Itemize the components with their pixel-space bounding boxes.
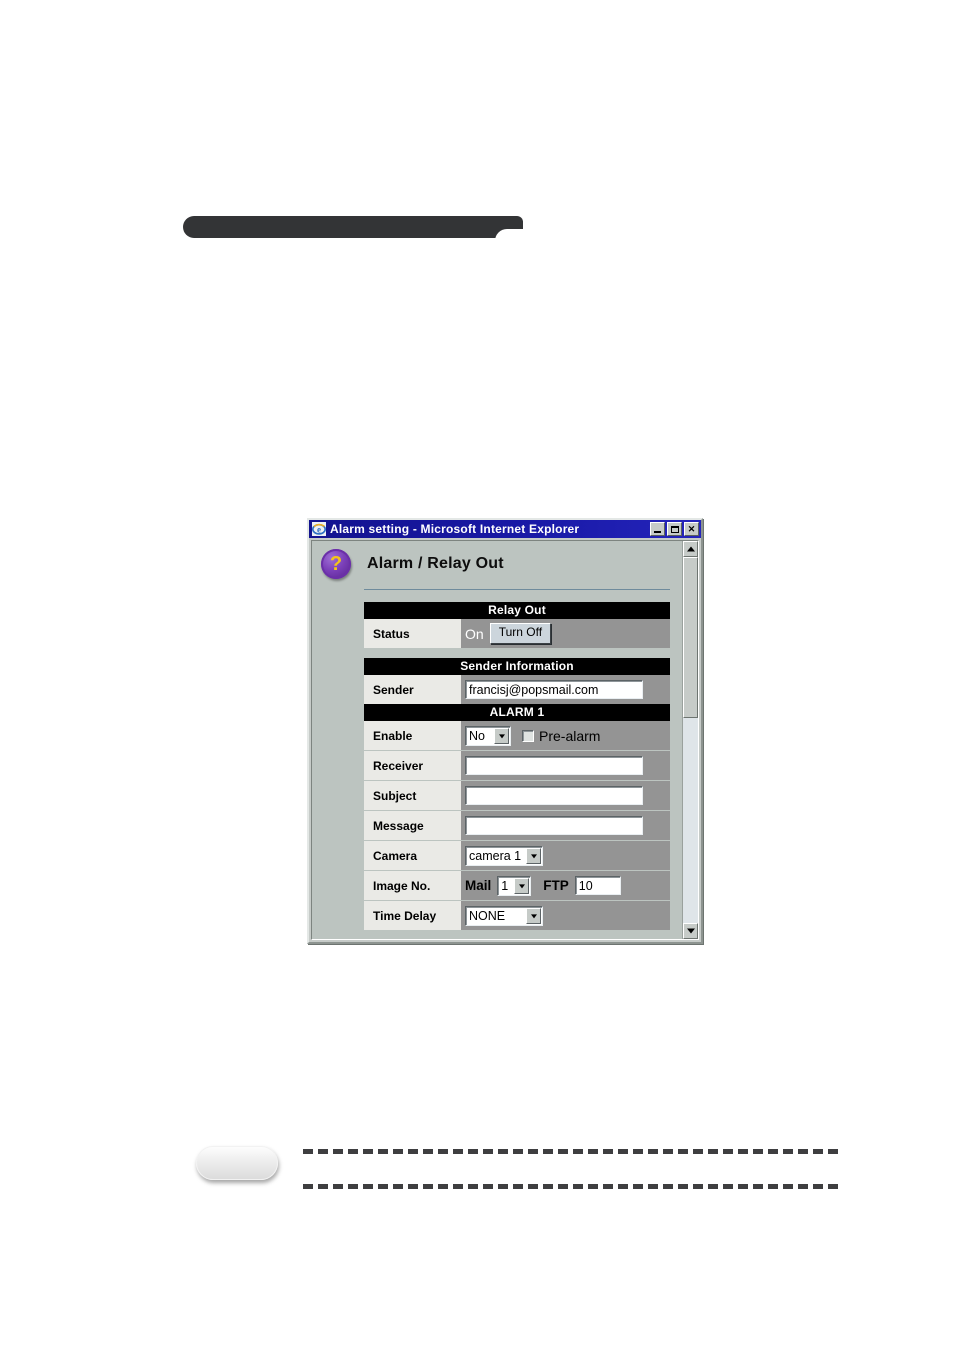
- row-image-no: Image No. Mail 1 FTP 10: [364, 871, 670, 901]
- label-sender: Sender: [364, 675, 461, 704]
- mail-label: Mail: [465, 878, 492, 893]
- internet-explorer-icon: e: [312, 522, 326, 536]
- row-time-delay: Time Delay NONE: [364, 901, 670, 930]
- pre-alarm-label: Pre-alarm: [539, 727, 601, 744]
- mail-image-no-value: 1: [501, 878, 509, 893]
- label-time-delay: Time Delay: [364, 901, 461, 930]
- enable-select[interactable]: No: [465, 725, 511, 746]
- value-status: On Turn Off: [461, 619, 670, 648]
- vertical-scrollbar[interactable]: [682, 541, 698, 939]
- maximize-button[interactable]: [667, 522, 682, 536]
- decorative-header-bar-notch: [495, 229, 525, 243]
- pre-alarm-checkbox-wrap[interactable]: Pre-alarm: [522, 728, 600, 744]
- value-camera: camera 1: [461, 841, 670, 870]
- minimize-button[interactable]: [650, 522, 665, 536]
- scroll-up-button[interactable]: [683, 541, 698, 557]
- window-client-area: ? Alarm / Relay Out Relay Out Status On …: [311, 540, 699, 940]
- row-message: Message: [364, 811, 670, 841]
- ftp-label: FTP: [543, 878, 569, 893]
- page-header: ? Alarm / Relay Out: [312, 541, 682, 579]
- enable-select-value: No: [469, 728, 485, 743]
- caret-up-icon: [686, 546, 695, 552]
- chevron-down-icon[interactable]: [514, 877, 530, 894]
- subject-input[interactable]: [465, 786, 643, 805]
- section-title-relay-out: Relay Out: [364, 602, 670, 619]
- value-receiver: [461, 751, 670, 780]
- dashed-rule-bottom: [303, 1184, 838, 1189]
- window-titlebar[interactable]: e Alarm setting - Microsoft Internet Exp…: [309, 520, 701, 538]
- decorative-footer-pill: [196, 1146, 278, 1180]
- turn-off-button[interactable]: Turn Off: [489, 623, 552, 644]
- camera-select[interactable]: camera 1: [465, 845, 543, 866]
- window-title: Alarm setting - Microsoft Internet Explo…: [330, 522, 580, 536]
- value-message: [461, 811, 670, 840]
- camera-select-value: camera 1: [469, 848, 522, 863]
- label-image-no: Image No.: [364, 871, 461, 900]
- label-subject: Subject: [364, 781, 461, 810]
- time-delay-select-value: NONE: [469, 908, 506, 923]
- value-image-no: Mail 1 FTP 10: [461, 871, 670, 900]
- section-relay-out: Relay Out Status On Turn Off: [364, 602, 670, 648]
- page-title: Alarm / Relay Out: [367, 555, 504, 572]
- chevron-down-icon[interactable]: [526, 907, 541, 924]
- row-receiver: Receiver: [364, 751, 670, 781]
- ftp-image-no-input[interactable]: 10: [574, 876, 621, 895]
- label-message: Message: [364, 811, 461, 840]
- row-subject: Subject: [364, 781, 670, 811]
- row-camera: Camera camera 1: [364, 841, 670, 871]
- row-status: Status On Turn Off: [364, 619, 670, 648]
- section-title-sender-information: Sender Information: [364, 658, 670, 675]
- svg-text:e: e: [317, 525, 321, 535]
- value-enable: No Pre-alarm: [461, 721, 670, 750]
- document-body: ? Alarm / Relay Out Relay Out Status On …: [312, 541, 682, 939]
- scrollbar-track[interactable]: [683, 557, 698, 923]
- label-status: Status: [364, 619, 461, 648]
- status-value: On: [465, 625, 484, 642]
- value-sender: francisj@popsmail.com: [461, 675, 670, 704]
- decorative-header-bar: [183, 216, 523, 238]
- header-divider: [364, 589, 670, 590]
- caret-down-icon: [686, 928, 695, 934]
- section-sender-information: Sender Information Sender francisj@popsm…: [364, 658, 670, 704]
- question-mark-icon: ?: [321, 549, 351, 579]
- section-title-alarm-1: ALARM 1: [364, 704, 670, 721]
- label-receiver: Receiver: [364, 751, 461, 780]
- row-sender: Sender francisj@popsmail.com: [364, 675, 670, 704]
- question-mark-glyph: ?: [329, 553, 343, 575]
- chevron-down-icon[interactable]: [526, 847, 541, 864]
- scrollbar-thumb[interactable]: [683, 557, 698, 719]
- sender-input[interactable]: francisj@popsmail.com: [465, 680, 643, 699]
- row-enable: Enable No Pre-alarm: [364, 721, 670, 751]
- value-time-delay: NONE: [461, 901, 670, 930]
- label-enable: Enable: [364, 721, 461, 750]
- window-controls: ✕: [650, 522, 699, 536]
- section-alarm-1: ALARM 1 Enable No Pre-alarm Receiver Sub…: [364, 704, 670, 930]
- pre-alarm-checkbox[interactable]: [522, 729, 534, 742]
- alarm-setting-window: e Alarm setting - Microsoft Internet Exp…: [307, 518, 703, 944]
- close-button[interactable]: ✕: [684, 522, 699, 536]
- dashed-rule-top: [303, 1149, 838, 1154]
- time-delay-select[interactable]: NONE: [465, 905, 543, 926]
- label-camera: Camera: [364, 841, 461, 870]
- value-subject: [461, 781, 670, 810]
- mail-image-no-select[interactable]: 1: [497, 875, 532, 896]
- chevron-down-icon[interactable]: [494, 727, 509, 744]
- scroll-down-button[interactable]: [683, 923, 698, 939]
- message-input[interactable]: [465, 816, 643, 835]
- receiver-input[interactable]: [465, 756, 643, 775]
